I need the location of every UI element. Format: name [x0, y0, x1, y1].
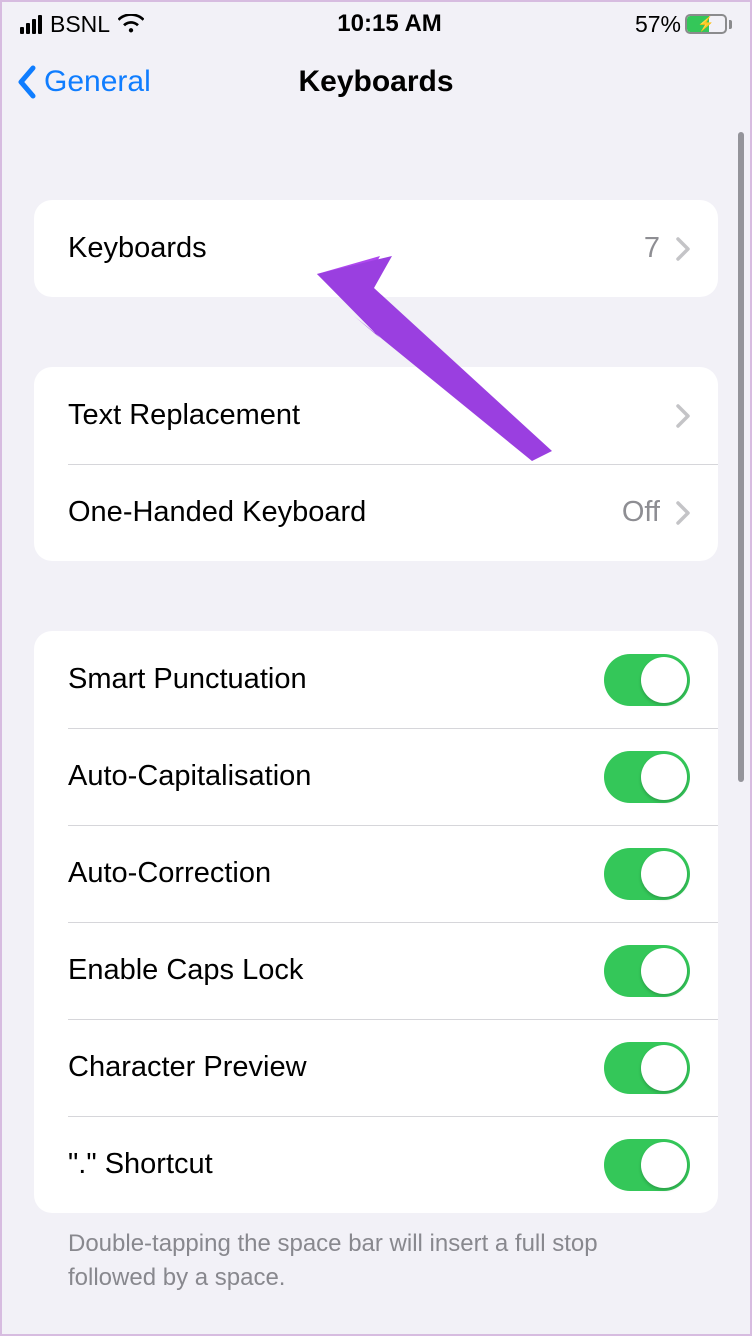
character-preview-row: Character Preview — [34, 1019, 718, 1116]
one-handed-value: Off — [622, 496, 660, 529]
battery-percentage: 57% — [635, 11, 681, 38]
auto-correction-label: Auto-Correction — [68, 857, 271, 890]
character-preview-toggle[interactable] — [604, 1042, 690, 1094]
settings-group-toggles: Smart Punctuation Auto-Capitalisation Au… — [34, 631, 718, 1213]
smart-punctuation-label: Smart Punctuation — [68, 663, 307, 696]
back-label: General — [44, 65, 151, 99]
character-preview-label: Character Preview — [68, 1051, 307, 1084]
settings-group-keyboards: Keyboards 7 — [34, 200, 718, 297]
chevron-right-icon — [676, 501, 690, 525]
signal-strength-icon — [20, 15, 42, 34]
text-replacement-row[interactable]: Text Replacement — [34, 367, 718, 464]
status-bar: BSNL 10:15 AM 57% ⚡ — [2, 2, 750, 46]
status-time: 10:15 AM — [337, 10, 441, 38]
navigation-bar: General Keyboards — [2, 46, 750, 118]
page-title: Keyboards — [298, 65, 453, 99]
auto-capitalisation-toggle[interactable] — [604, 751, 690, 803]
status-left: BSNL — [20, 11, 144, 38]
enable-caps-lock-label: Enable Caps Lock — [68, 954, 303, 987]
period-shortcut-label: "." Shortcut — [68, 1148, 213, 1181]
chevron-right-icon — [676, 237, 690, 261]
footer-note: Double-tapping the space bar will insert… — [34, 1213, 718, 1294]
enable-caps-lock-toggle[interactable] — [604, 945, 690, 997]
smart-punctuation-row: Smart Punctuation — [34, 631, 718, 728]
one-handed-label: One-Handed Keyboard — [68, 496, 366, 529]
carrier-label: BSNL — [50, 11, 110, 38]
auto-capitalisation-label: Auto-Capitalisation — [68, 760, 311, 793]
battery-icon: ⚡ — [685, 14, 732, 34]
keyboards-count: 7 — [644, 232, 660, 265]
auto-correction-toggle[interactable] — [604, 848, 690, 900]
period-shortcut-row: "." Shortcut — [34, 1116, 718, 1213]
back-button[interactable]: General — [2, 65, 151, 99]
scroll-indicator[interactable] — [738, 132, 744, 782]
auto-correction-row: Auto-Correction — [34, 825, 718, 922]
auto-capitalisation-row: Auto-Capitalisation — [34, 728, 718, 825]
enable-caps-lock-row: Enable Caps Lock — [34, 922, 718, 1019]
one-handed-keyboard-row[interactable]: One-Handed Keyboard Off — [34, 464, 718, 561]
period-shortcut-toggle[interactable] — [604, 1139, 690, 1191]
chevron-right-icon — [676, 404, 690, 428]
content-area: Keyboards 7 Text Replacement One-Handed … — [2, 200, 750, 1294]
text-replacement-label: Text Replacement — [68, 399, 300, 432]
settings-group-text: Text Replacement One-Handed Keyboard Off — [34, 367, 718, 561]
chevron-left-icon — [16, 65, 38, 99]
keyboards-row[interactable]: Keyboards 7 — [34, 200, 718, 297]
smart-punctuation-toggle[interactable] — [604, 654, 690, 706]
keyboards-label: Keyboards — [68, 232, 207, 265]
status-right: 57% ⚡ — [635, 11, 732, 38]
wifi-icon — [118, 14, 144, 34]
